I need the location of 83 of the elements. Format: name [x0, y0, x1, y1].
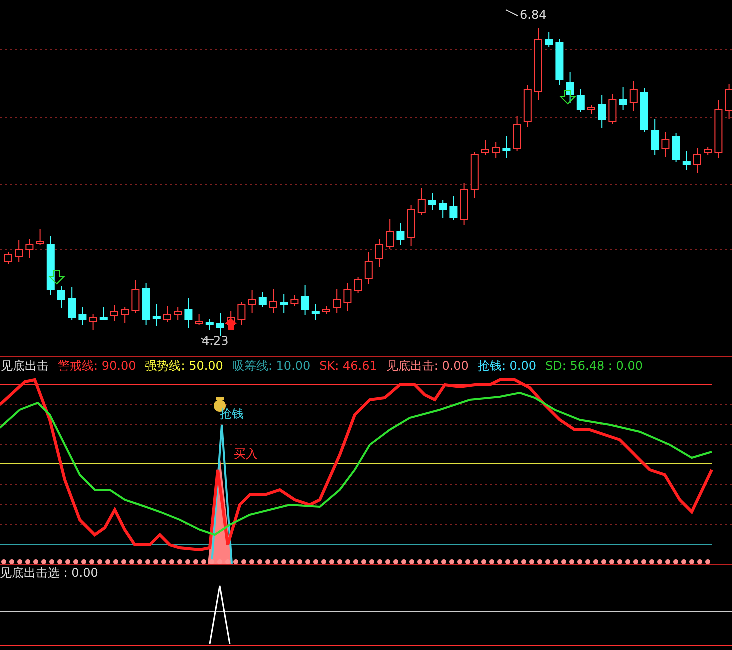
candlestick: [640, 88, 648, 132]
candlestick: [174, 306, 182, 320]
down-arrow-icon: [48, 270, 66, 285]
candlestick: [682, 150, 691, 170]
candlestick: [450, 196, 458, 220]
candlestick: [238, 302, 246, 326]
candlestick: [26, 238, 34, 258]
candlestick: [206, 318, 214, 330]
candlestick: [439, 200, 448, 218]
signal-spike: [209, 585, 231, 644]
high-price-callout: 6.84: [506, 8, 547, 22]
candlestick: [184, 298, 193, 328]
candlestick: [152, 304, 161, 326]
candlestick: [619, 86, 628, 110]
candlestick: [672, 132, 680, 162]
legend-item: 抢钱: 0.00: [478, 358, 537, 375]
candlestick: [502, 136, 511, 158]
legend-item: 警戒线: 90.00: [58, 358, 136, 375]
candlestick: [482, 140, 490, 156]
candlestick: [270, 288, 278, 314]
legend-item: 强势线: 50.00: [145, 358, 224, 375]
candlestick: [524, 84, 532, 128]
candlestick: [78, 306, 87, 326]
candlestick: [290, 294, 299, 306]
candlestick: [386, 218, 394, 250]
candlestick: [704, 146, 712, 156]
candlestick: [280, 294, 288, 314]
candlestick: [662, 132, 670, 158]
candlestick: [470, 152, 479, 198]
indicator-title: 见底出击: [1, 358, 49, 375]
candlestick: [15, 240, 24, 262]
low-price-callout: 4.23: [200, 334, 229, 348]
candlestick: [333, 288, 342, 314]
candlestick: [492, 142, 500, 158]
candlestick: [46, 236, 55, 296]
candlestick: [36, 228, 44, 246]
legend-item: 见底出击: 0.00: [386, 358, 469, 375]
legend-item: SK: 46.61: [320, 358, 378, 375]
candlestick: [344, 282, 352, 312]
candlestick: [556, 38, 564, 86]
signal-label: 买入: [234, 447, 258, 461]
candlestick: [396, 222, 405, 246]
candlestick: [164, 306, 172, 322]
candlestick: [513, 116, 522, 152]
candlestick: [58, 286, 66, 308]
candlestick: [588, 104, 596, 114]
candlestick: [110, 304, 118, 322]
down-arrow-icon: [560, 90, 576, 105]
candlestick: [460, 182, 468, 226]
candlestick: [142, 282, 150, 326]
candlestick: [428, 192, 436, 210]
up-arrow-icon: [225, 318, 237, 330]
candlestick: [608, 94, 617, 124]
candlestick: [89, 314, 98, 330]
indicator-title: 见底出击选 : 0.00: [0, 565, 100, 581]
legend-item: SD: 56.48 : 0.00: [546, 358, 643, 375]
candlestick: [312, 304, 320, 320]
candlestick: [566, 72, 574, 104]
candlestick: [376, 238, 384, 268]
candlestick: [694, 148, 702, 174]
candlestick: [354, 276, 362, 294]
candlestick: [195, 314, 204, 326]
candlestick: [714, 100, 723, 158]
candlestick: [407, 204, 416, 246]
candlestick: [598, 94, 606, 128]
candlestick: [248, 290, 256, 314]
candlestick: [68, 286, 76, 320]
legend-item: 吸筹线: 10.00: [232, 358, 311, 375]
candlestick: [418, 188, 426, 216]
candlestick: [364, 252, 373, 284]
candlestick: [4, 252, 12, 264]
candlestick: [121, 306, 130, 324]
candlestick: [132, 280, 140, 314]
candlestick: [576, 88, 585, 112]
candlestick: [630, 80, 638, 112]
candlestick: [301, 284, 310, 316]
candlestick: [322, 306, 330, 314]
candlestick: [545, 32, 554, 48]
signal-label: 抢钱: [220, 407, 244, 421]
candlestick: [100, 306, 108, 320]
candlestick: [258, 292, 267, 308]
candlestick: [651, 118, 660, 156]
candlestick: [216, 312, 224, 336]
